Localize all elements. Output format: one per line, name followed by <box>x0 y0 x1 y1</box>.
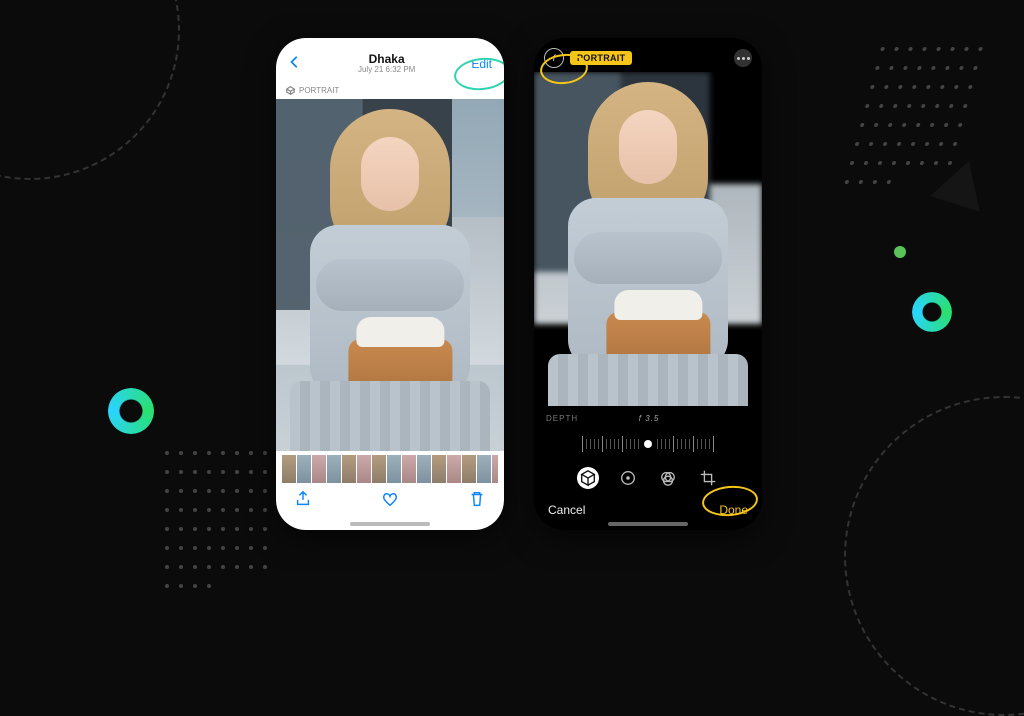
cube-icon <box>579 469 597 487</box>
portrait-badge-text: PORTRAIT <box>299 86 339 95</box>
crop-icon <box>699 469 717 487</box>
trash-icon <box>468 490 486 508</box>
share-icon <box>294 490 312 508</box>
deco-dotgrid-tr <box>851 42 998 142</box>
more-options-button[interactable] <box>734 49 752 67</box>
deco-dot-small <box>894 246 906 258</box>
deco-arc-tl <box>0 0 180 180</box>
adjust-tool[interactable] <box>617 467 639 489</box>
photo-subject <box>563 82 733 368</box>
crop-tool[interactable] <box>697 467 719 489</box>
favorite-button[interactable] <box>381 490 399 513</box>
deco-ring-right <box>912 292 952 332</box>
edit-photo[interactable] <box>534 72 762 406</box>
depth-value: f 3.5 <box>639 414 660 423</box>
portrait-mode-badge: PORTRAIT <box>570 51 632 65</box>
filters-icon <box>659 469 677 487</box>
thumbnail-strip[interactable] <box>282 455 498 483</box>
cancel-button[interactable]: Cancel <box>548 503 585 517</box>
edit-button[interactable]: Edit <box>471 57 492 71</box>
phone-photos-viewer: Dhaka July 21 6:32 PM Edit PORTRAIT <box>276 38 504 530</box>
filters-tool[interactable] <box>657 467 679 489</box>
edit-tools-row <box>534 461 762 495</box>
done-button[interactable]: Done <box>719 503 748 517</box>
share-button[interactable] <box>294 490 312 513</box>
datetime-subtitle: July 21 6:32 PM <box>358 66 415 75</box>
depth-label: DEPTH <box>546 414 578 423</box>
deco-ring-left <box>108 388 154 434</box>
photo-subject <box>305 109 475 395</box>
deco-dotgrid-bl <box>160 446 280 546</box>
portrait-badge-row: PORTRAIT <box>276 84 504 99</box>
header-title-block: Dhaka July 21 6:32 PM <box>358 53 415 75</box>
phone-edit-depth: f PORTRAIT DEPTH f 3.5 <box>534 38 762 530</box>
chevron-left-icon <box>288 55 302 69</box>
main-photo[interactable] <box>276 99 504 451</box>
deco-arc-br <box>844 396 1024 716</box>
home-indicator <box>350 522 430 526</box>
depth-slider[interactable] <box>550 429 746 459</box>
cube-icon <box>286 86 295 95</box>
adjust-icon <box>619 469 637 487</box>
home-indicator <box>608 522 688 526</box>
back-button[interactable] <box>288 55 302 74</box>
portrait-tool[interactable] <box>577 467 599 489</box>
aperture-button[interactable]: f <box>544 48 564 68</box>
heart-icon <box>381 490 399 508</box>
delete-button[interactable] <box>468 490 486 513</box>
